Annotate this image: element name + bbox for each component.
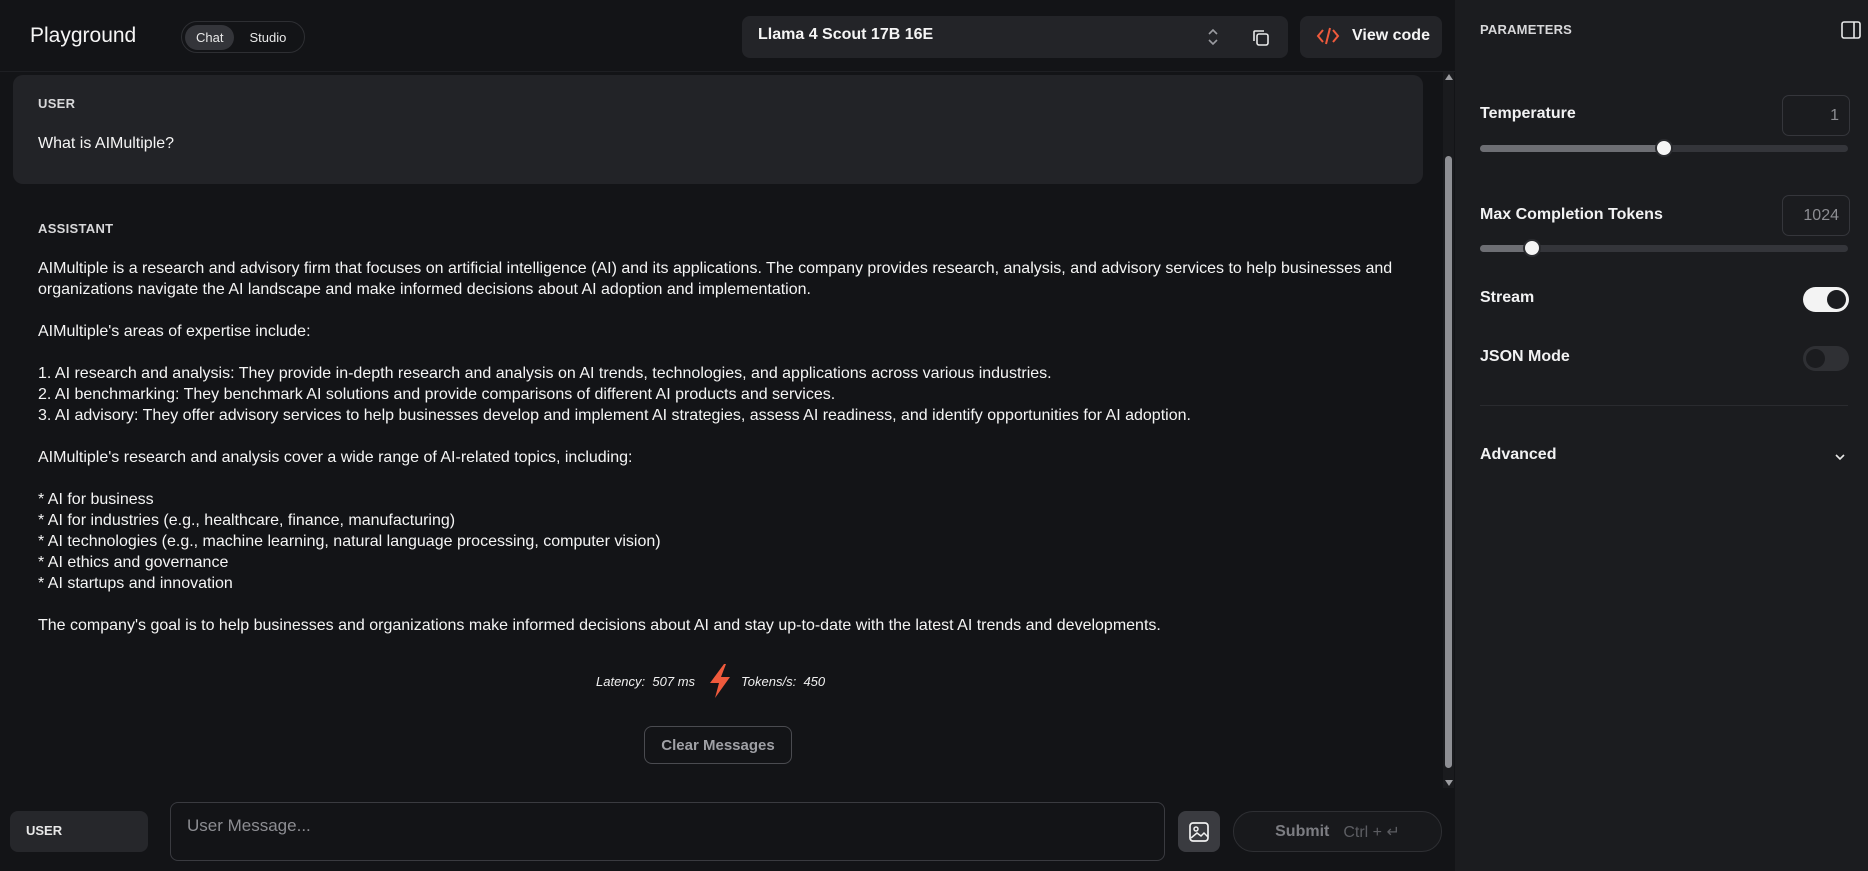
mode-switch: Chat Studio: [181, 21, 305, 53]
chat-main: Playground Chat Studio Llama 4 Scout 17B…: [0, 0, 1455, 871]
json-mode-toggle-dot: [1806, 349, 1825, 368]
clear-messages-button[interactable]: Clear Messages: [644, 726, 792, 764]
stream-toggle-dot: [1827, 290, 1846, 309]
latency-value: 507 ms: [652, 673, 696, 689]
user-message-text: What is AIMultiple?: [38, 135, 175, 152]
latency-label: Latency:: [596, 673, 646, 689]
advanced-section-toggle[interactable]: Advanced: [1480, 446, 1848, 465]
image-upload-button[interactable]: [1178, 811, 1220, 852]
user-message-input[interactable]: [170, 802, 1165, 861]
parameters-panel: PARAMETERS Temperature Max Completion To…: [1455, 0, 1868, 871]
top-bar: Playground Chat Studio Llama 4 Scout 17B…: [0, 0, 1455, 72]
max-tokens-slider-knob[interactable]: [1522, 239, 1541, 257]
user-role-label: USER: [38, 96, 76, 111]
json-mode-label: JSON Mode: [1480, 348, 1570, 365]
sidebar-toggle-icon[interactable]: [1841, 21, 1861, 39]
submit-label: Submit: [1275, 822, 1330, 840]
max-tokens-slider[interactable]: [1480, 239, 1848, 257]
advanced-label: Advanced: [1480, 446, 1557, 463]
temperature-slider-knob[interactable]: [1655, 139, 1673, 157]
temperature-input[interactable]: [1782, 95, 1850, 136]
model-name: Llama 4 Scout 17B 16E: [758, 26, 934, 43]
image-icon: [1189, 821, 1209, 842]
model-select[interactable]: Llama 4 Scout 17B 16E: [742, 16, 1288, 58]
code-icon: [1316, 26, 1340, 51]
submit-shortcut: Ctrl + ↵: [1343, 823, 1400, 841]
divider: [1480, 405, 1848, 406]
assistant-role-label: ASSISTANT: [38, 221, 114, 236]
response-stats: Latency: 507 ms Tokens/s: 450: [596, 663, 825, 699]
scroll-up-arrow-icon[interactable]: [1445, 74, 1453, 80]
assistant-message-text: AIMultiple is a research and advisory fi…: [38, 260, 1393, 634]
chevron-down-icon: [1835, 454, 1845, 461]
brand-title: Playground: [30, 24, 137, 47]
scrollbar-thumb[interactable]: [1445, 156, 1452, 768]
tab-chat[interactable]: Chat: [185, 24, 235, 50]
json-mode-toggle[interactable]: [1803, 346, 1849, 371]
parameters-title: PARAMETERS: [1480, 22, 1573, 37]
stream-label: Stream: [1480, 289, 1535, 306]
scrollbar[interactable]: [1443, 72, 1454, 788]
temperature-label: Temperature: [1480, 105, 1576, 122]
max-tokens-input[interactable]: [1782, 195, 1850, 236]
view-code-button[interactable]: View code: [1300, 16, 1442, 58]
composer-role-select[interactable]: USER: [10, 811, 148, 852]
user-message-card[interactable]: USER What is AIMultiple?: [13, 75, 1423, 184]
view-code-label: View code: [1352, 27, 1430, 44]
copy-icon[interactable]: [1249, 26, 1273, 50]
assistant-message: ASSISTANT AIMultiple is a research and a…: [38, 221, 1418, 636]
submit-button[interactable]: Submit Ctrl + ↵: [1233, 811, 1442, 852]
lightning-icon: [710, 664, 731, 698]
tokens-label: Tokens/s:: [741, 673, 797, 689]
stream-toggle[interactable]: [1803, 287, 1849, 312]
chevron-up-down-icon: [1206, 27, 1220, 48]
tab-studio[interactable]: Studio: [238, 25, 297, 50]
temperature-slider[interactable]: [1480, 139, 1848, 157]
scroll-down-arrow-icon[interactable]: [1445, 780, 1453, 786]
temperature-slider-fill: [1480, 145, 1664, 152]
tokens-value: 450: [803, 673, 826, 689]
max-tokens-label: Max Completion Tokens: [1480, 206, 1663, 223]
message-list: USER What is AIMultiple? ASSISTANT AIMul…: [0, 74, 1445, 790]
